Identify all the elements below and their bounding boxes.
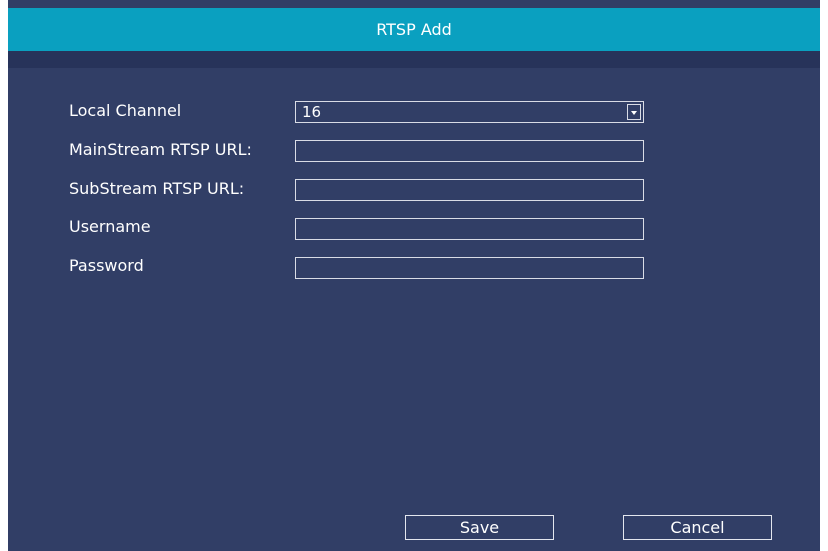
chevron-down-icon[interactable] <box>627 104 641 120</box>
local-channel-value: 16 <box>302 103 322 121</box>
mainstream-url-label: MainStream RTSP URL: <box>69 140 252 159</box>
local-channel-label: Local Channel <box>69 101 182 120</box>
title-divider <box>8 51 820 68</box>
substream-url-label: SubStream RTSP URL: <box>69 179 245 198</box>
rtsp-add-dialog: RTSP Add Local Channel 16 MainStream RTS… <box>8 0 820 551</box>
dialog-title: RTSP Add <box>8 8 820 51</box>
save-button[interactable]: Save <box>405 515 554 540</box>
password-input[interactable] <box>295 257 644 279</box>
mainstream-url-input[interactable] <box>295 140 644 162</box>
local-channel-select[interactable]: 16 <box>295 101 644 123</box>
substream-url-input[interactable] <box>295 179 644 201</box>
cancel-button[interactable]: Cancel <box>623 515 772 540</box>
password-label: Password <box>69 256 144 275</box>
username-input[interactable] <box>295 218 644 240</box>
username-label: Username <box>69 217 151 236</box>
